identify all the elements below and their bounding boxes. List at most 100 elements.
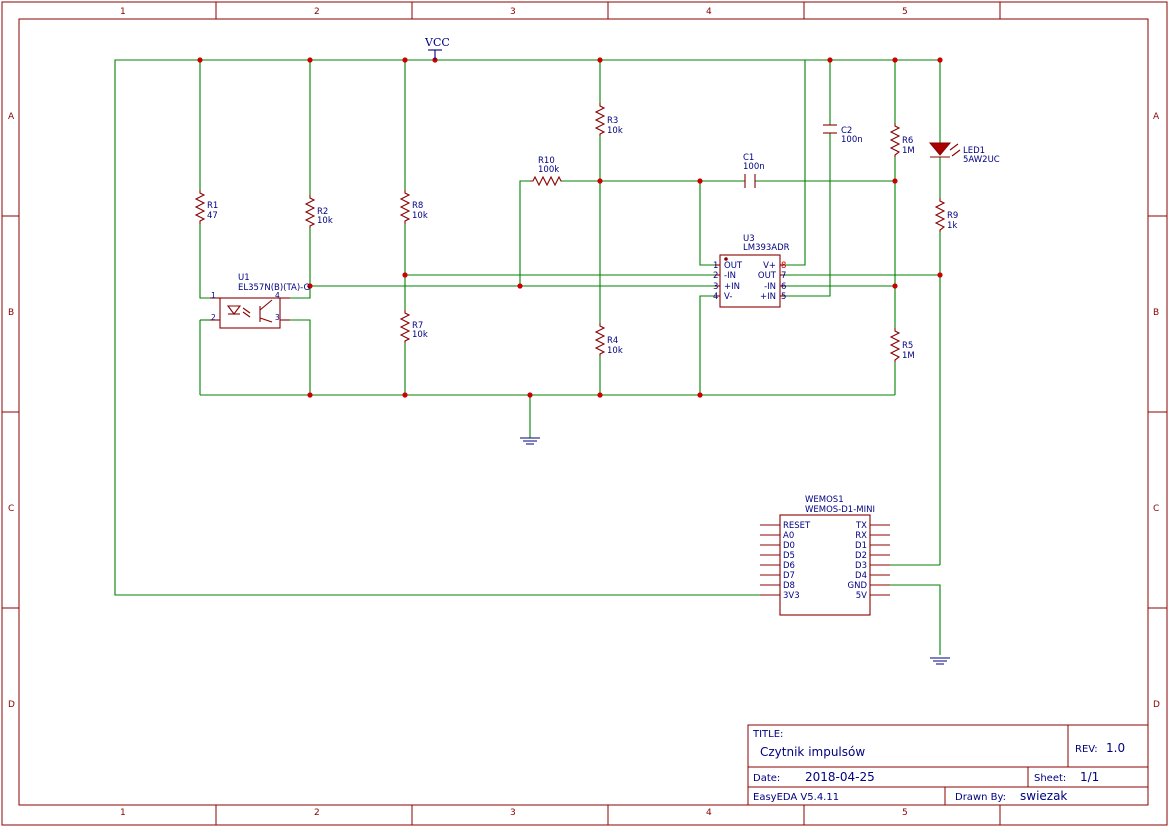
u1-pin-1: 1 — [211, 291, 216, 300]
u3-pin7-name: OUT — [758, 271, 777, 281]
junctions — [197, 57, 943, 398]
frame-row-a-left: A — [8, 112, 15, 122]
wemos-pin-reset: RESET — [783, 521, 811, 531]
r3-value: 10k — [607, 126, 623, 136]
r3-ref: R3 — [607, 116, 618, 126]
u3-comparator: 1 OUT 2 -IN 3 +IN 4 V- V+ 8 OUT 7 -IN 6 … — [713, 254, 786, 308]
u3-pin3-name: +IN — [724, 282, 740, 292]
u3-pin1-num: 1 — [713, 261, 718, 271]
frame-col-4-top: 4 — [706, 7, 712, 17]
frame-col-1-bottom: 1 — [120, 808, 126, 818]
wemos-pin-d4: D4 — [855, 571, 867, 581]
wemos-pin-d5: D5 — [783, 551, 795, 561]
wemos-pin-a0: A0 — [783, 531, 794, 541]
frame-row-c-right: C — [1153, 504, 1159, 514]
r8-ref: R8 — [412, 201, 423, 211]
date-value: 2018-04-25 — [805, 770, 875, 784]
u1-optocoupler: 1 2 3 4 — [210, 291, 290, 329]
r5-value: 1M — [902, 351, 915, 361]
r9-ref: R9 — [947, 211, 958, 221]
frame-col-3-top: 3 — [510, 7, 516, 17]
capacitor-symbols — [744, 124, 837, 188]
vcc-symbol: VCC — [424, 36, 450, 60]
schematic-sheet: 1 2 3 4 5 1 2 3 4 5 A B C D A B C D VCC … — [1, 1, 1168, 826]
r9-value: 1k — [947, 221, 957, 231]
tool-label: EasyEDA V5.4.11 — [753, 792, 839, 803]
frame-col-5-top: 5 — [902, 7, 908, 17]
wemos-pin-d3: D3 — [855, 561, 867, 571]
led1-value: 5AW2UC — [963, 155, 1000, 165]
u3-pin5-num: 5 — [781, 292, 786, 302]
frame-row-c-left: C — [8, 504, 14, 514]
vcc-label: VCC — [424, 36, 450, 49]
r2-value: 10k — [317, 216, 333, 226]
frame-col-2-bottom: 2 — [314, 808, 320, 818]
r8-value: 10k — [412, 211, 428, 221]
c1-value: 100n — [743, 162, 765, 172]
r6-value: 1M — [902, 146, 915, 156]
frame-row-d-right: D — [1153, 700, 1160, 710]
u3-pin8-num: 8 — [781, 261, 786, 271]
wemos-ref: WEMOS1 — [805, 495, 844, 505]
wemos-pin-d6: D6 — [783, 561, 795, 571]
title-value: Czytnik impulsów — [760, 745, 865, 759]
wemos-pin-tx: TX — [855, 521, 867, 531]
u3-pin2-name: -IN — [724, 271, 736, 281]
drawn-value: swiezak — [1020, 789, 1067, 803]
u1-pin-2: 2 — [211, 313, 216, 322]
u3-value: LM393ADR — [743, 243, 790, 253]
r6-ref: R6 — [902, 136, 913, 146]
sheet-value: 1/1 — [1080, 770, 1099, 784]
resistor-symbols — [194, 103, 946, 362]
frame-col-3-bottom: 3 — [510, 808, 516, 818]
led-symbol — [928, 142, 961, 158]
wemos-module: RESETA0D0D5D6D7D83V3 TXRXD1D2D3D4GND5V — [760, 514, 890, 616]
date-label: Date: — [753, 773, 780, 784]
u3-pin6-num: 6 — [781, 282, 786, 292]
r10-value: 100k — [538, 165, 559, 175]
wemos-pin-d2: D2 — [855, 551, 867, 561]
c2-value: 100n — [841, 135, 863, 145]
wemos-pin-d8: D8 — [783, 581, 795, 591]
wemos-pin-d0: D0 — [783, 541, 795, 551]
u3-pin5-name: +IN — [760, 292, 776, 302]
r4-value: 10k — [607, 346, 623, 356]
u1-ref: U1 — [238, 273, 250, 283]
u3-pin8-name: V+ — [763, 261, 776, 271]
wemos-pin-d7: D7 — [783, 571, 795, 581]
u3-pin2-num: 2 — [713, 271, 718, 281]
wemos-value: WEMOS-D1-MINI — [805, 505, 875, 515]
frame-col-2-top: 2 — [314, 7, 320, 17]
wemos-pin-rx: RX — [855, 531, 867, 541]
frame-col-4-bottom: 4 — [706, 808, 712, 818]
u3-pin4-num: 4 — [713, 292, 718, 302]
rev-value: 1.0 — [1106, 741, 1125, 755]
r1-value: 47 — [207, 211, 218, 221]
u3-pin6-name: -IN — [764, 282, 776, 292]
u1-value: EL357N(B)(TA)-G — [238, 283, 310, 293]
frame-row-d-left: D — [8, 700, 15, 710]
frame-col-5-bottom: 5 — [902, 808, 908, 818]
ground-symbol-wemos — [930, 657, 950, 665]
title-label: TITLE: — [752, 729, 783, 740]
frame-col-1-top: 1 — [120, 7, 126, 17]
u3-pin7-num: 7 — [781, 271, 786, 281]
frame-row-b-left: B — [8, 308, 14, 318]
u3-pin4-name: V- — [724, 292, 732, 302]
r5-ref: R5 — [902, 341, 913, 351]
wemos-pin-5v: 5V — [856, 591, 867, 601]
u1-pin-3: 3 — [275, 313, 280, 322]
sheet-label: Sheet: — [1034, 773, 1066, 784]
u3-pin3-num: 3 — [713, 282, 718, 292]
drawn-label: Drawn By: — [955, 792, 1006, 803]
wemos-pin-d1: D1 — [855, 541, 867, 551]
title-block: TITLE: Czytnik impulsów REV: 1.0 Date: 2… — [747, 724, 1149, 806]
part-labels: R1 47 R2 10k R8 10k R7 10k R3 10k R4 10k… — [207, 116, 1000, 515]
wires — [114, 59, 941, 655]
r4-ref: R4 — [607, 336, 618, 346]
frame-row-a-right: A — [1153, 112, 1160, 122]
frame-row-b-right: B — [1153, 308, 1159, 318]
ground-symbol — [520, 437, 540, 445]
r1-ref: R1 — [207, 201, 218, 211]
u3-pin1-name: OUT — [724, 261, 743, 271]
